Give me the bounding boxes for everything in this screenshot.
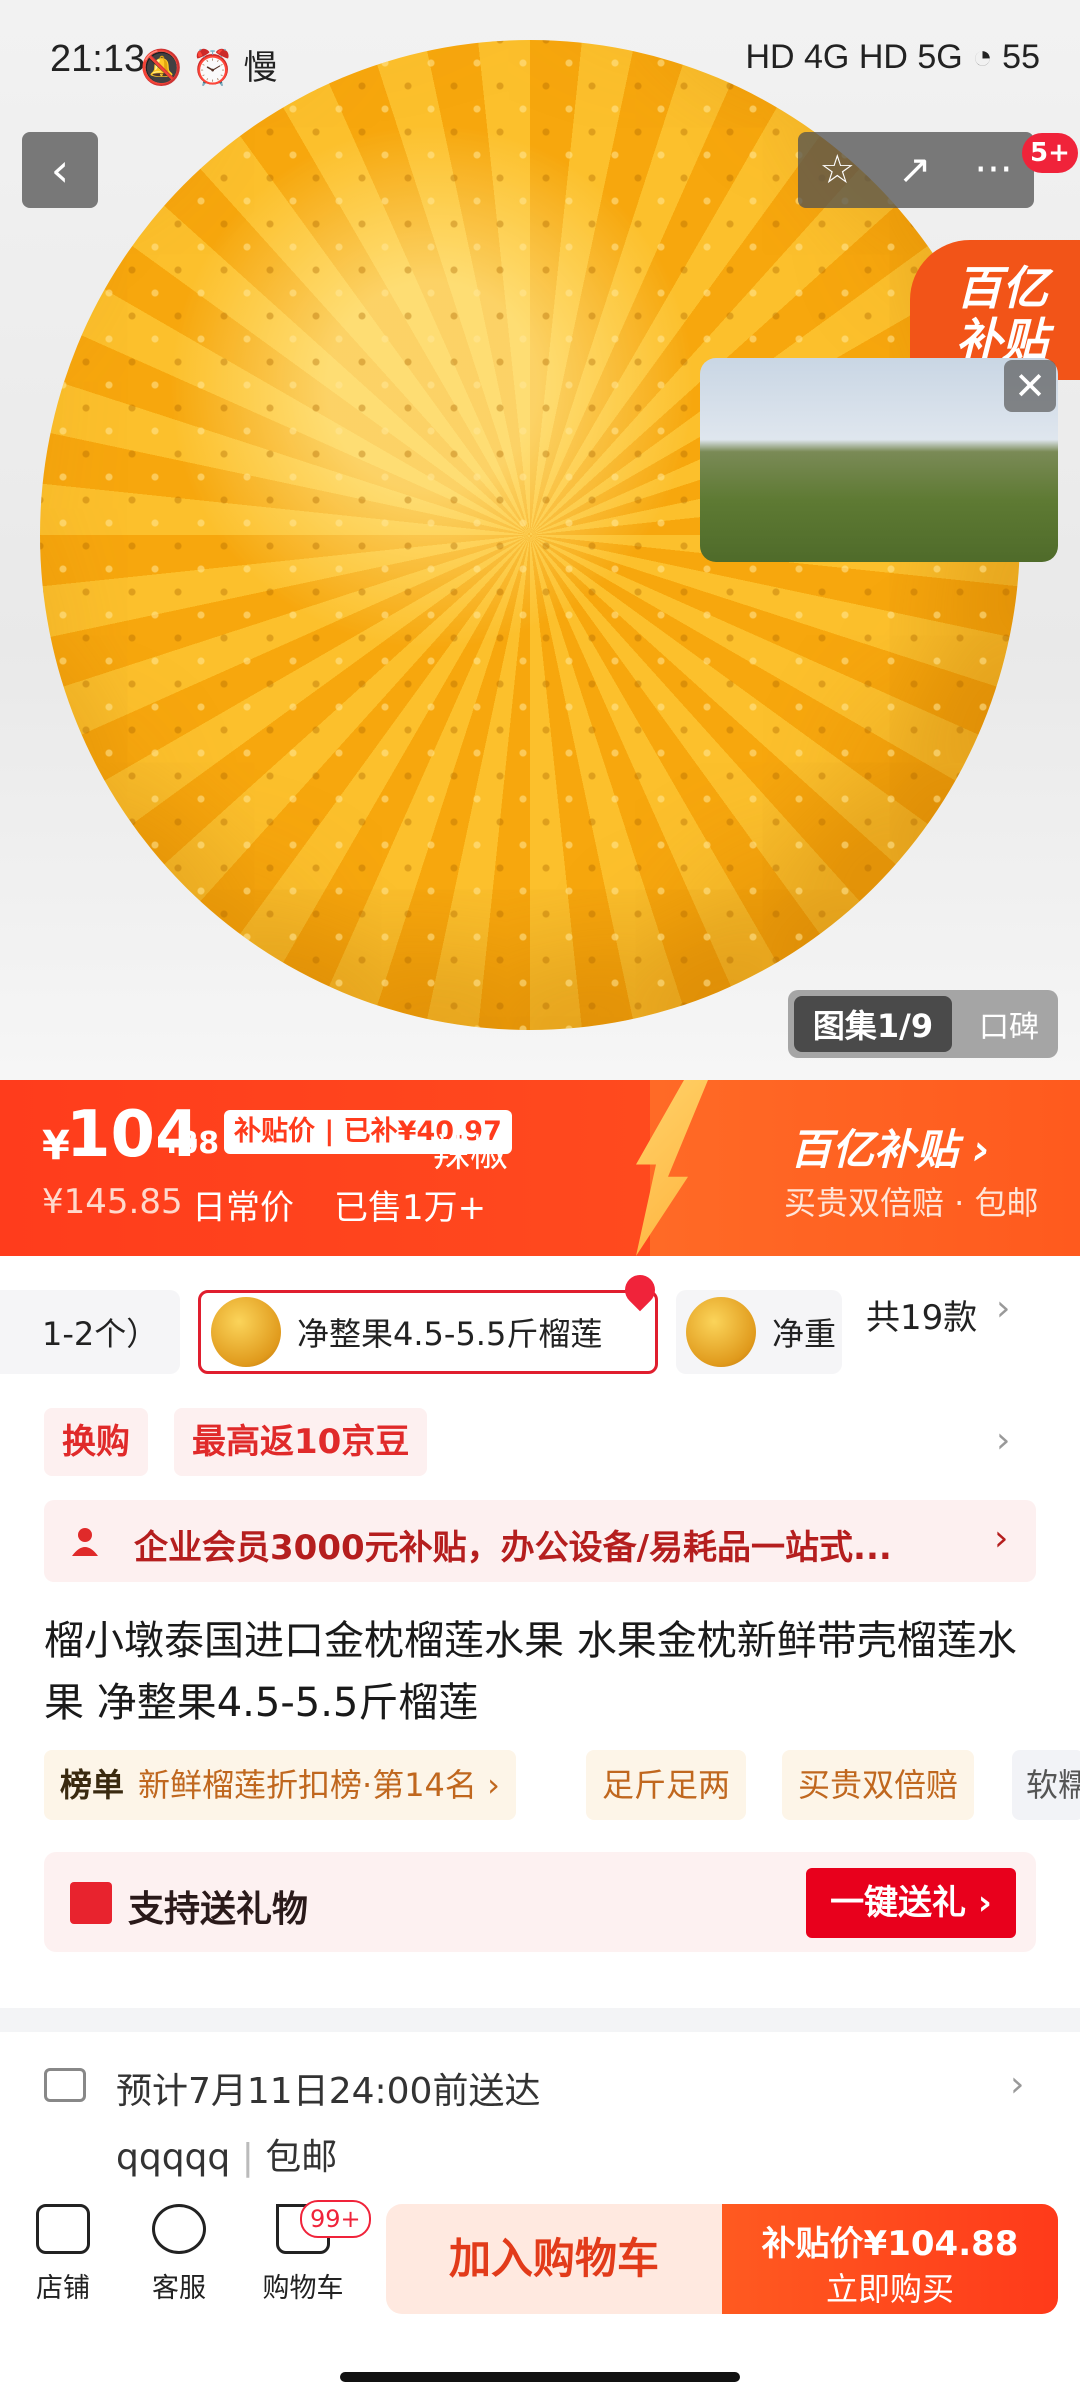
- close-icon: ✕: [1014, 364, 1046, 408]
- variant-thumbnail: [686, 1297, 756, 1367]
- variant-chip[interactable]: 净重: [676, 1290, 842, 1374]
- back-button[interactable]: ‹: [22, 132, 98, 208]
- tag-texture: 软糯: [1012, 1750, 1080, 1820]
- promo-jd-beans[interactable]: 最高返10京豆: [174, 1408, 428, 1476]
- variant-chip[interactable]: 1-2个）: [0, 1290, 180, 1374]
- member-banner[interactable]: 企业会员3000元补贴，办公设备/易耗品一站式... ›: [44, 1500, 1036, 1582]
- tab-gallery[interactable]: 图集1/9: [794, 996, 952, 1052]
- nav-service-label: 客服: [152, 2273, 206, 2304]
- back-icon: ‹: [50, 143, 70, 197]
- product-title: 榴小墩泰国进口金枕榴莲水果 水果金枕新鲜带壳榴莲水果 净整果4.5-5.5斤榴莲: [44, 1618, 1017, 1726]
- daily-price-label: 日常价: [192, 1188, 294, 1228]
- buy-price-line: 补贴价¥104.88: [761, 2224, 1019, 2264]
- gift-icon: [70, 1882, 112, 1924]
- cart-badge: 99+: [300, 2200, 371, 2238]
- rank-tag[interactable]: 榜单 新鲜榴莲折扣榜·第14名 ›: [44, 1750, 516, 1820]
- more-icon[interactable]: ···: [974, 147, 1012, 193]
- service-icon: [152, 2204, 206, 2254]
- tab-reviews[interactable]: 口碑: [964, 996, 1054, 1052]
- nav-store[interactable]: 店铺: [8, 2204, 118, 2305]
- chevron-right-icon[interactable]: ›: [1010, 2064, 1024, 2105]
- tag-weight: 足斤足两: [586, 1750, 747, 1820]
- nav-store-label: 店铺: [36, 2273, 90, 2304]
- separator: |: [241, 2137, 266, 2178]
- nav-service[interactable]: 客服: [124, 2204, 234, 2305]
- rank-text: 新鲜榴莲折扣榜·第14名 ›: [138, 1766, 500, 1804]
- header-actions: ☆ ↗ ···: [798, 132, 1034, 208]
- shop-name: qqqqq: [116, 2137, 231, 2178]
- gallery-switch: 图集1/9 口碑: [788, 990, 1058, 1058]
- variant-chip-selected[interactable]: 净整果4.5-5.5斤榴莲: [198, 1290, 658, 1374]
- battery-level: 55: [1002, 38, 1040, 76]
- section-divider: [0, 2008, 1080, 2032]
- chevron-right-icon[interactable]: ›: [996, 1288, 1010, 1329]
- video-close-button[interactable]: ✕: [1004, 360, 1056, 412]
- buy-now-label: 立即购买: [825, 2270, 954, 2308]
- overlay-text: 辣椒: [432, 1131, 509, 1175]
- variant-label: 1-2个）: [42, 1315, 159, 1353]
- rank-label: 榜单: [60, 1766, 125, 1804]
- buy-now-button[interactable]: 补贴价¥104.88 立即购买: [722, 2204, 1058, 2314]
- delivery-eta[interactable]: 预计7月11日24:00前送达: [116, 2062, 540, 2114]
- original-price: ¥145.85: [42, 1182, 183, 1222]
- status-right: HD 4G HD 5G ◔ 55: [745, 38, 1040, 77]
- variant-label: 净重: [772, 1315, 837, 1353]
- chevron-right-icon[interactable]: ›: [996, 1420, 1010, 1461]
- shipping-label: 包邮: [265, 2137, 338, 2178]
- gift-label: 支持送礼物: [128, 1889, 309, 1930]
- sold-count: 已售1万+: [334, 1188, 487, 1228]
- status-bar: 21:13 🔕 ⏰ 慢 HD 4G HD 5G ◔ 55: [0, 0, 1080, 120]
- nav-cart-label: 购物车: [262, 2273, 344, 2304]
- tag-compensate: 买贵双倍赔: [782, 1750, 975, 1820]
- status-left-icons: 🔕 ⏰ 慢: [140, 49, 278, 87]
- add-to-cart-button[interactable]: 加入购物车: [386, 2204, 722, 2314]
- send-gift-button[interactable]: 一键送礼 ›: [806, 1868, 1016, 1938]
- status-time: 21:13: [50, 38, 146, 80]
- person-icon: [72, 1528, 98, 1556]
- store-icon: [36, 2204, 90, 2254]
- delivery-info: qqqqq | 包邮: [116, 2128, 337, 2180]
- battery-icon: ◔: [972, 38, 1003, 76]
- promo-swap[interactable]: 换购: [44, 1408, 148, 1476]
- member-banner-text: 企业会员3000元补贴，办公设备/易耗品一站式...: [134, 1528, 892, 1568]
- network-indicator: HD 4G HD 5G: [745, 38, 963, 76]
- price-decimal: .88: [166, 1126, 220, 1161]
- subsidy-program-subtitle: 买贵双倍赔 · 包邮: [784, 1184, 1039, 1222]
- message-badge: 5+: [1022, 133, 1078, 173]
- variant-thumbnail: [211, 1297, 281, 1367]
- chevron-right-icon: ›: [994, 1518, 1009, 1559]
- variant-count[interactable]: 共19款: [866, 1290, 977, 1339]
- gift-banner: 支持送礼物 一键送礼 ›: [44, 1852, 1036, 1952]
- variant-label: 净整果4.5-5.5斤榴莲: [297, 1315, 603, 1353]
- home-indicator[interactable]: [340, 2372, 740, 2382]
- share-icon[interactable]: ↗: [898, 147, 932, 193]
- favorite-icon[interactable]: ☆: [819, 147, 855, 193]
- subsidy-program-title[interactable]: 百亿补贴 ›: [790, 1116, 990, 1177]
- truck-icon: [44, 2068, 86, 2102]
